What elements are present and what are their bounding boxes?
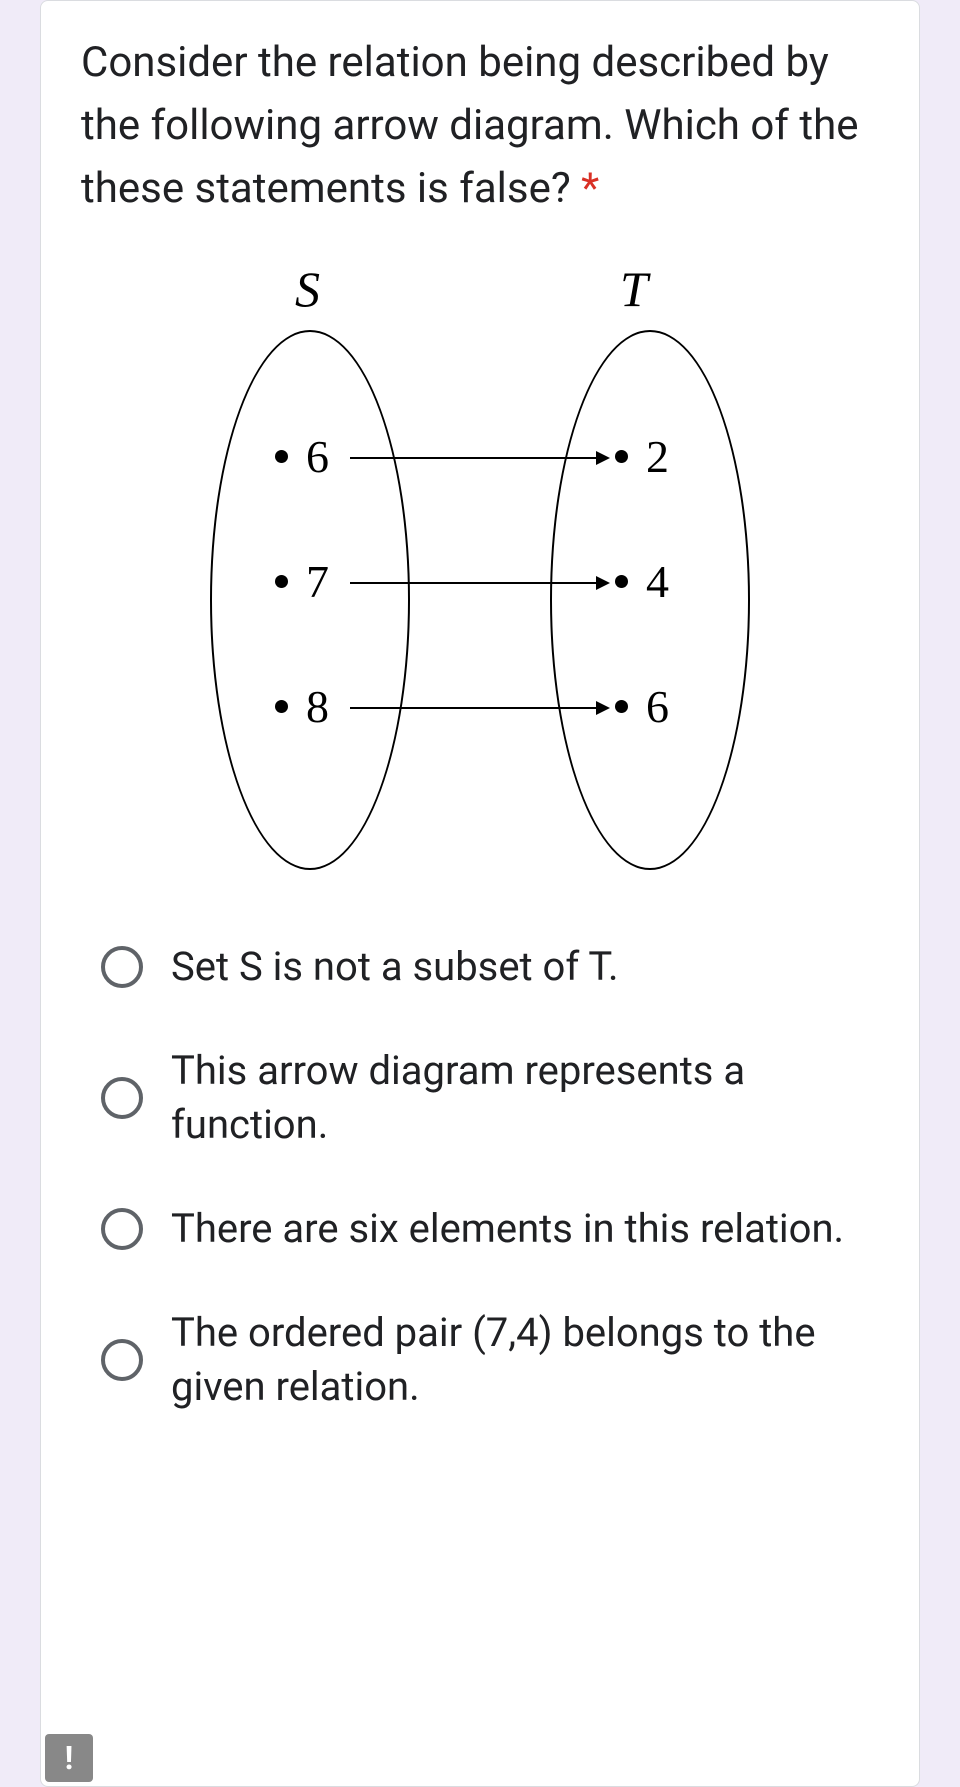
option-2-text: This arrow diagram represents a function… <box>171 1044 879 1152</box>
s-element-6: 6 <box>275 430 329 483</box>
diagram-container: S T 6 7 8 2 4 <box>81 260 879 880</box>
arrow-6-2 <box>350 457 608 459</box>
dot-icon <box>275 700 288 713</box>
s-elem-label: 6 <box>306 430 329 483</box>
report-problem-button[interactable]: ! <box>45 1734 93 1782</box>
option-4[interactable]: The ordered pair (7,4) belongs to the gi… <box>101 1306 879 1414</box>
t-elem-label: 6 <box>646 680 669 733</box>
arrow-8-6 <box>350 707 608 709</box>
option-3-text: There are six elements in this relation. <box>171 1202 844 1256</box>
question-text: Consider the relation being described by… <box>81 31 879 220</box>
option-2[interactable]: This arrow diagram represents a function… <box>101 1044 879 1152</box>
t-elem-label: 4 <box>646 555 669 608</box>
radio-icon[interactable] <box>101 946 143 988</box>
exclamation-icon: ! <box>65 1739 74 1777</box>
s-element-8: 8 <box>275 680 329 733</box>
s-elem-label: 7 <box>306 555 329 608</box>
option-4-text: The ordered pair (7,4) belongs to the gi… <box>171 1306 879 1414</box>
dot-icon <box>615 700 628 713</box>
s-elem-label: 8 <box>306 680 329 733</box>
t-element-6: 6 <box>615 680 669 733</box>
option-1[interactable]: Set S is not a subset of T. <box>101 940 879 994</box>
set-s-label: S <box>295 260 320 318</box>
radio-icon[interactable] <box>101 1077 143 1119</box>
option-1-text: Set S is not a subset of T. <box>171 940 619 994</box>
s-element-7: 7 <box>275 555 329 608</box>
radio-icon[interactable] <box>101 1339 143 1381</box>
question-card: Consider the relation being described by… <box>40 0 920 1787</box>
dot-icon <box>615 575 628 588</box>
required-asterisk: * <box>581 164 599 213</box>
arrow-diagram: S T 6 7 8 2 4 <box>200 260 760 880</box>
t-elem-label: 2 <box>646 430 669 483</box>
arrow-7-4 <box>350 582 608 584</box>
t-element-2: 2 <box>615 430 669 483</box>
option-3[interactable]: There are six elements in this relation. <box>101 1202 879 1256</box>
question-body: Consider the relation being described by… <box>81 38 858 213</box>
t-element-4: 4 <box>615 555 669 608</box>
dot-icon <box>615 450 628 463</box>
set-t-label: T <box>620 260 648 318</box>
dot-icon <box>275 575 288 588</box>
dot-icon <box>275 450 288 463</box>
options-list: Set S is not a subset of T. This arrow d… <box>81 940 879 1414</box>
radio-icon[interactable] <box>101 1208 143 1250</box>
